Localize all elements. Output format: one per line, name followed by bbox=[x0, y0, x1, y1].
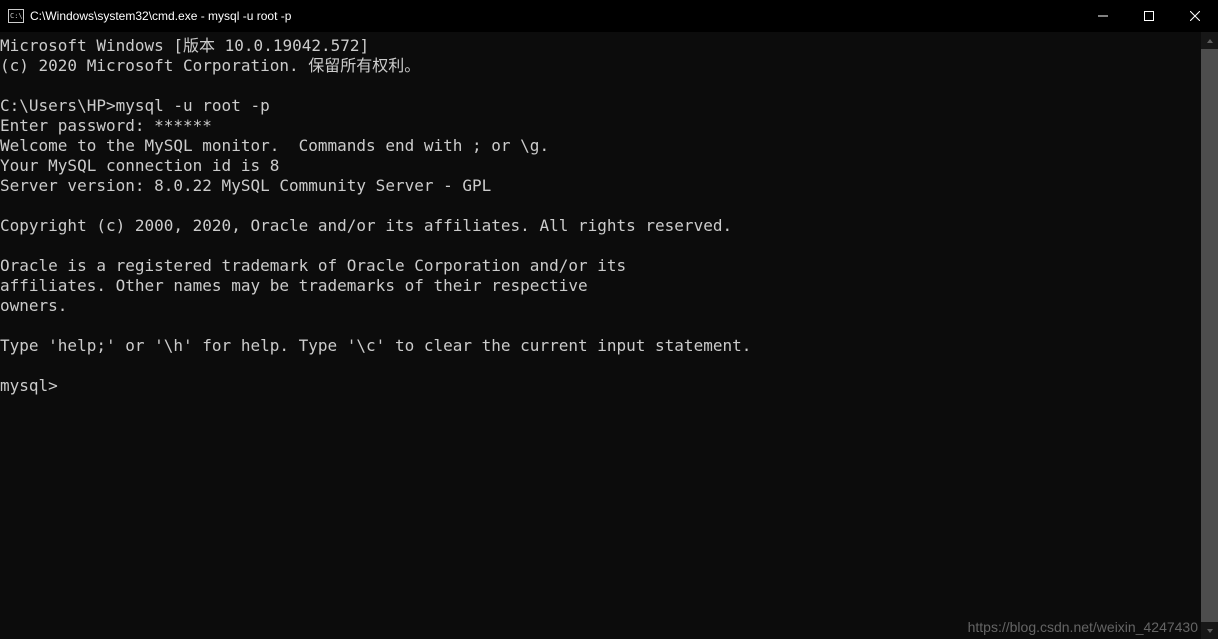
svg-text:C:\: C:\ bbox=[10, 12, 23, 20]
scrollbar-up-arrow[interactable] bbox=[1201, 32, 1218, 49]
maximize-button[interactable] bbox=[1126, 0, 1172, 32]
window-title: C:\Windows\system32\cmd.exe - mysql -u r… bbox=[30, 9, 291, 23]
minimize-button[interactable] bbox=[1080, 0, 1126, 32]
window-titlebar: C:\ C:\Windows\system32\cmd.exe - mysql … bbox=[0, 0, 1218, 32]
close-button[interactable] bbox=[1172, 0, 1218, 32]
vertical-scrollbar[interactable] bbox=[1201, 32, 1218, 639]
scrollbar-track[interactable] bbox=[1201, 49, 1218, 622]
scrollbar-thumb[interactable] bbox=[1201, 49, 1218, 622]
scrollbar-down-arrow[interactable] bbox=[1201, 622, 1218, 639]
window-controls bbox=[1080, 0, 1218, 32]
terminal-area: Microsoft Windows [版本 10.0.19042.572] (c… bbox=[0, 32, 1218, 639]
titlebar-left: C:\ C:\Windows\system32\cmd.exe - mysql … bbox=[0, 8, 291, 24]
terminal-output[interactable]: Microsoft Windows [版本 10.0.19042.572] (c… bbox=[0, 32, 1201, 639]
cmd-icon: C:\ bbox=[8, 8, 24, 24]
